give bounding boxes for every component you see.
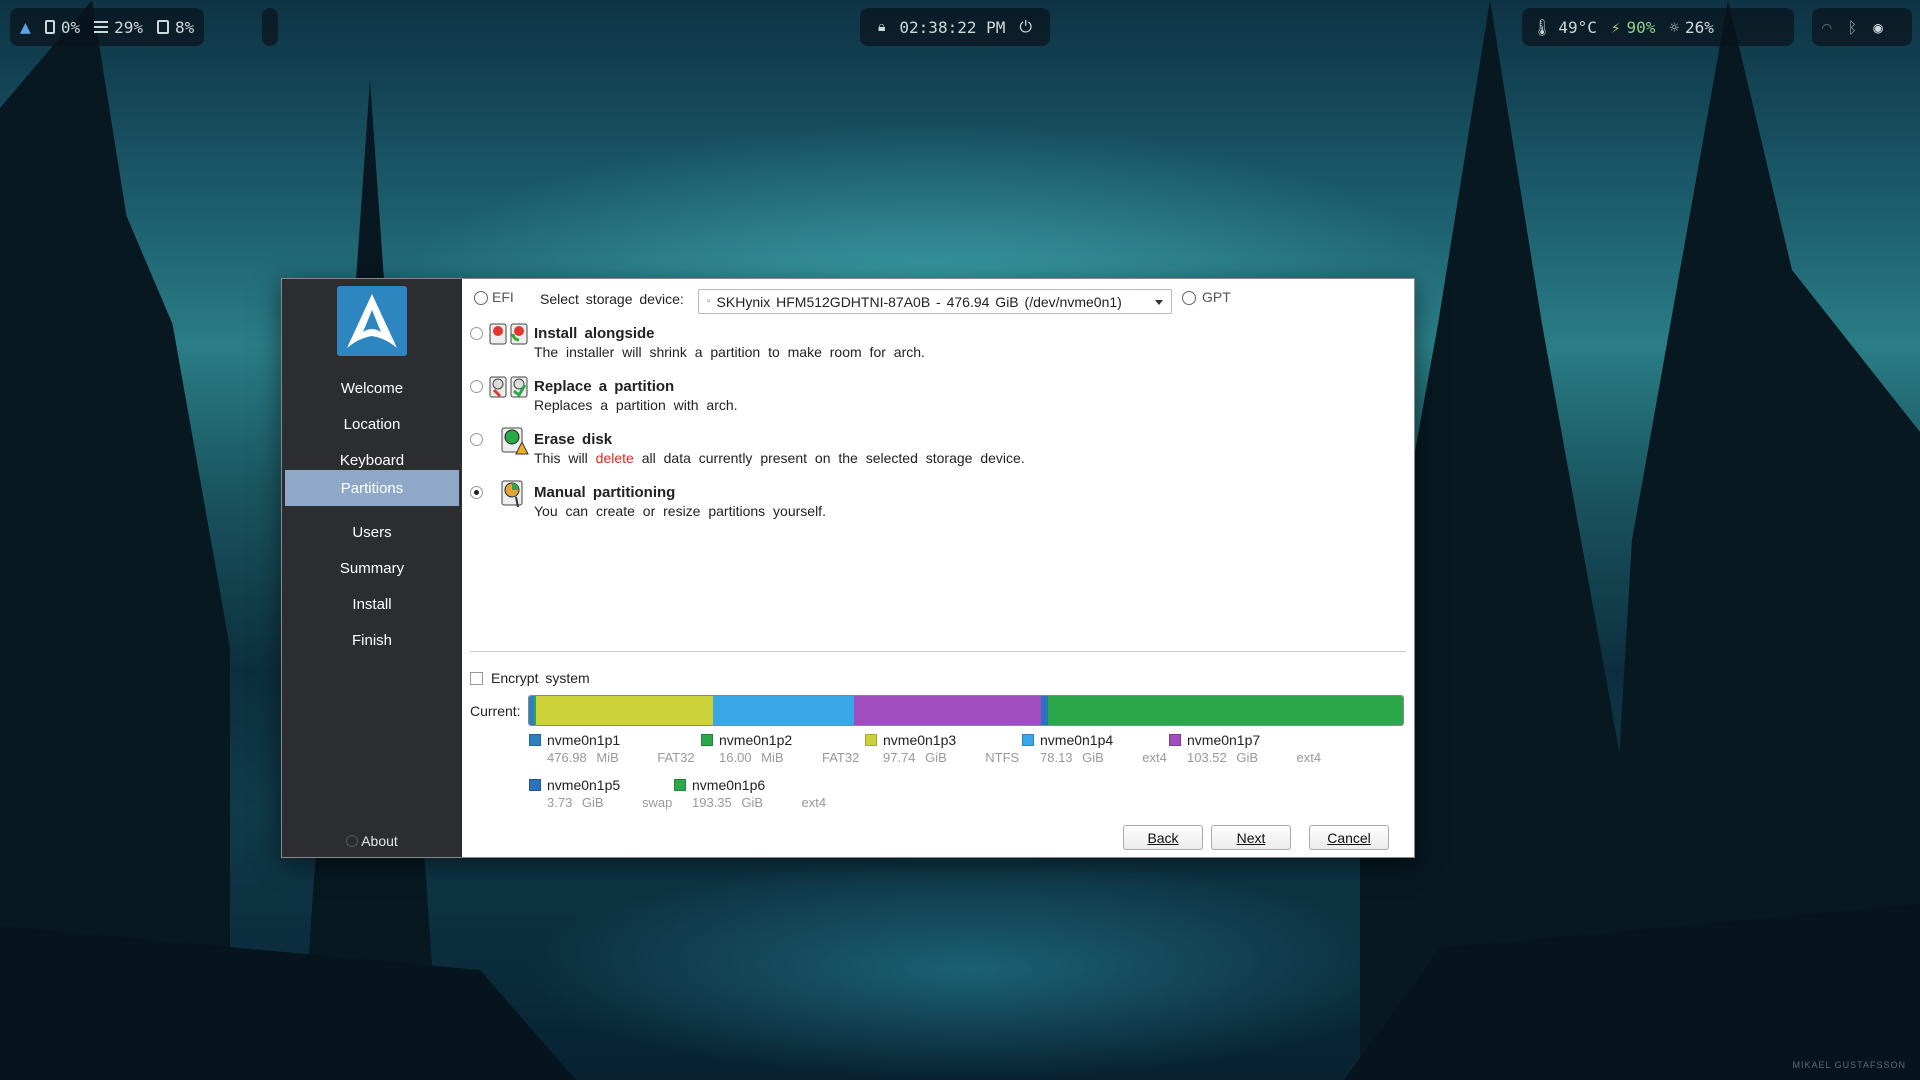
sidebar-item-install[interactable]: Install [285,588,459,621]
thermometer-icon: 🌡︎ [1532,17,1553,37]
efi-icon [474,291,488,305]
topbar-workspace[interactable] [262,8,278,46]
legend-item: nvme0n1p4 78.13 GiB ext4 [1022,732,1167,765]
replace-partition-title: Replace a partition [534,378,675,395]
legend-item: nvme0n1p6 193.35 GiB ext4 [674,777,826,810]
separator [470,651,1406,652]
installer-window: Welcome Location Keyboard Partitions Use… [281,278,1415,858]
sidebar-item-welcome[interactable]: Welcome [285,372,459,405]
lock-icon[interactable]: 🔒︎ [878,19,885,35]
partition-bar [528,695,1404,726]
current-label: Current: [470,703,521,719]
erase-disk-title: Erase disk [534,431,613,448]
wallpaper-credit: MIKAEL GUSTAFSSON [1792,1060,1906,1070]
erase-disk-desc: This will delete all data currently pres… [534,450,1025,466]
cpu-indicator: 0% [44,18,80,37]
storage-device-select[interactable]: ▫ SKHynix HFM512GDHTNI-87A0B - 476.94 Gi… [698,289,1172,314]
brightness-icon: ☼ [1669,17,1680,37]
delete-warning: delete [595,450,634,466]
legend-swatch [1022,734,1034,746]
disk-icon [157,20,170,34]
legend-swatch [701,734,713,746]
install-alongside-icon [489,321,529,350]
sidebar-item-summary[interactable]: Summary [285,552,459,585]
manual-partitioning-icon [500,479,530,514]
select-device-label: Select storage device: [540,291,684,307]
partitions-page: EFI Select storage device: ▫ SKHynix HFM… [462,279,1414,857]
legend-item: nvme0n1p5 3.73 GiB swap [529,777,672,810]
install-alongside-title: Install alongside [534,325,655,342]
partition-bar-segment-p7 [854,696,1041,725]
erase-disk-icon [500,426,530,459]
install-alongside-radio[interactable] [470,327,483,340]
legend-item: nvme0n1p3 97.74 GiB NTFS [865,732,1019,765]
bluetooth-icon[interactable]: ᛒ [1848,18,1858,37]
cpu-icon [44,20,55,34]
record-icon[interactable]: ◉ [1873,18,1883,37]
info-icon [346,835,359,847]
manual-partitioning-radio[interactable] [470,486,483,499]
topbar-center: 🔒︎ 02:38:22 PM ⏻ [860,8,1050,46]
legend-swatch [529,779,541,791]
sidebar: Welcome Location Keyboard Partitions Use… [282,279,462,857]
legend-swatch [674,779,686,791]
battery-indicator: ⚡ 90% [1610,17,1656,37]
manual-partitioning-desc: You can create or resize partitions your… [534,503,826,519]
battery-charging-icon: ⚡ [1610,17,1621,37]
manual-partitioning-title: Manual partitioning [534,484,676,501]
legend-swatch [1169,734,1181,746]
legend-swatch [529,734,541,746]
topbar-left: ▲ 0% 29% 8% [10,8,205,46]
temperature-indicator: 🌡︎ 49°C [1532,17,1597,37]
erase-disk-radio[interactable] [470,433,483,446]
about-button[interactable]: About [282,833,462,849]
legend-item: nvme0n1p7 103.52 GiB ext4 [1169,732,1321,765]
clock: 02:38:22 PM [899,17,1006,37]
gpt-indicator: GPT [1182,289,1231,305]
gpt-icon [1182,291,1196,305]
sidebar-item-partitions[interactable]: Partitions [285,470,459,506]
back-button[interactable]: Back [1123,825,1203,850]
replace-partition-desc: Replaces a partition with arch. [534,397,738,413]
arch-logo-icon [347,294,397,348]
efi-indicator: EFI [474,289,514,305]
install-alongside-desc: The installer will shrink a partition to… [534,344,925,360]
memory-indicator: 29% [94,18,143,37]
cancel-button[interactable]: Cancel [1309,825,1389,850]
encrypt-system-label: Encrypt system [491,670,590,686]
partition-bar-segment-p4 [713,696,854,725]
disk-indicator: 8% [157,18,194,37]
encrypt-system-checkbox[interactable] [470,672,483,685]
partition-bar-segment-p3 [536,696,713,725]
replace-partition-icon [489,374,529,403]
legend-item: nvme0n1p1 476.98 MiB FAT32 [529,732,695,765]
next-button[interactable]: Next [1211,825,1291,850]
arch-logo-icon[interactable]: ▲ [20,17,31,38]
sidebar-item-users[interactable]: Users [285,516,459,549]
sidebar-item-location[interactable]: Location [285,408,459,441]
wifi-icon[interactable]: ◠ [1822,18,1832,37]
chevron-down-icon [1155,300,1163,305]
topbar-tray: ◠ ᛒ ◉ [1812,8,1912,46]
memory-icon [94,21,109,33]
power-icon[interactable]: ⏻ [1019,17,1032,37]
legend-swatch [865,734,877,746]
topbar-right: 🌡︎ 49°C ⚡ 90% ☼ 26% [1522,8,1794,46]
partition-bar-segment-p6 [1048,696,1403,725]
replace-partition-radio[interactable] [470,380,483,393]
brightness-indicator: ☼ 26% [1669,17,1714,37]
partition-bar-segment-p5 [1041,696,1048,725]
legend-item: nvme0n1p2 16.00 MiB FAT32 [701,732,859,765]
arch-logo [337,286,407,356]
sidebar-item-finish[interactable]: Finish [285,624,459,657]
drive-icon: ▫ [707,296,711,307]
